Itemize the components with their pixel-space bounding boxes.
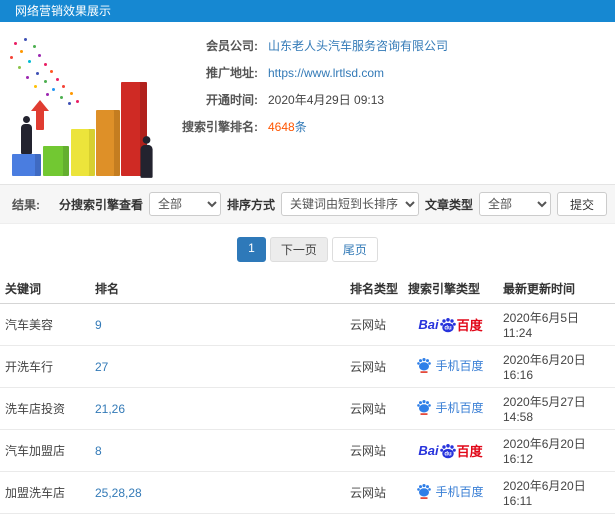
- table-row: 洗车赚钱吗 30 云网站 手机百度 2020年6月20日 16:12: [0, 513, 615, 520]
- bar-chart-illustration: [0, 30, 168, 190]
- page-1-button[interactable]: 1: [237, 237, 266, 262]
- engine-rank-row: 搜索引擎排名: 4648条: [168, 119, 448, 136]
- updated-cell: 2020年5月27日 14:58: [498, 387, 615, 430]
- pagination: 1 下一页 尾页: [0, 224, 615, 274]
- keyword-cell: 开洗车行: [0, 345, 90, 388]
- baidu-pc-logo: Bai du 百度: [418, 315, 482, 334]
- rank-type-cell: 云网站: [345, 303, 403, 346]
- baidu-paw-icon: du: [439, 443, 456, 458]
- info-section: 会员公司: 山东老人头汽车服务咨询有限公司 推广地址: https://www.…: [0, 22, 615, 184]
- table-row: 洗车店投资 21,26 云网站 手机百度 2020年5月27日 14:58: [0, 387, 615, 430]
- confetti-decor: [0, 30, 3, 33]
- rank-link[interactable]: 27: [95, 360, 108, 374]
- illustration-bar-green: [43, 146, 69, 176]
- submit-button[interactable]: 提交: [556, 192, 607, 216]
- filter-controls: 分搜索引擎查看 全部 排序方式 关键词由短到长排序 文章类型 全部 提交: [59, 192, 607, 216]
- svg-text:du: du: [444, 451, 452, 457]
- table-row: 开洗车行 27 云网站 手机百度 2020年6月20日 16:16: [0, 345, 615, 388]
- mobile-baidu-badge: 手机百度: [417, 357, 484, 374]
- page-title: 网络营销效果展示: [0, 0, 615, 22]
- sort-mode-select[interactable]: 关键词由短到长排序: [280, 192, 419, 216]
- engine-view-select[interactable]: 全部: [148, 192, 221, 216]
- mobile-baidu-label: 手机百度: [435, 484, 484, 499]
- baidu-cn-text: 百度: [456, 318, 483, 333]
- rank-link[interactable]: 8: [95, 444, 102, 458]
- illustration-bar-orange: [96, 110, 120, 176]
- illustration-bar-blue: [12, 154, 41, 176]
- sort-mode-label: 排序方式: [226, 197, 275, 212]
- mobile-baidu-icon: [417, 400, 432, 416]
- last-page-button[interactable]: 尾页: [331, 237, 378, 262]
- rank-type-cell: 云网站: [345, 387, 403, 430]
- baidu-paw-icon: du: [439, 317, 456, 332]
- up-arrow-icon: [31, 100, 49, 130]
- header-keyword: 关键词: [0, 274, 90, 304]
- table-row: 加盟洗车店 25,28,28 云网站 手机百度 2020年6月20日 16:11: [0, 471, 615, 514]
- rank-type-cell: 云网站: [345, 429, 403, 472]
- company-info: 会员公司: 山东老人头汽车服务咨询有限公司 推广地址: https://www.…: [168, 30, 448, 184]
- header-engine-type: 搜索引擎类型: [403, 274, 498, 304]
- baidu-bai-text: Bai: [418, 317, 439, 332]
- keyword-cell: 加盟洗车店: [0, 471, 90, 514]
- engine-rank-suffix: 条: [294, 120, 307, 134]
- baidu-bai-text: Bai: [418, 443, 439, 458]
- engine-view-label: 分搜索引擎查看: [58, 197, 143, 212]
- mobile-baidu-label: 手机百度: [435, 358, 484, 373]
- header-rank-type: 排名类型: [345, 274, 403, 304]
- member-company-link[interactable]: 山东老人头汽车服务咨询有限公司: [268, 39, 448, 53]
- mobile-baidu-icon: [417, 484, 432, 500]
- keyword-cell: 汽车美容: [0, 303, 90, 346]
- businessman-right-figure: [137, 136, 155, 178]
- updated-cell: 2020年6月20日 16:12: [498, 513, 615, 520]
- member-company-row: 会员公司: 山东老人头汽车服务咨询有限公司: [168, 38, 448, 55]
- promo-url-label: 推广地址:: [206, 66, 258, 80]
- rank-type-cell: 云网站: [345, 345, 403, 388]
- baidu-pc-logo: Bai du 百度: [418, 441, 482, 460]
- article-type-select[interactable]: 全部: [478, 192, 551, 216]
- rank-link[interactable]: 25,28,28: [95, 486, 142, 500]
- promo-url-row: 推广地址: https://www.lrtlsd.com: [168, 65, 448, 82]
- filter-bar: 结果: 分搜索引擎查看 全部 排序方式 关键词由短到长排序 文章类型 全部 提交: [0, 184, 615, 224]
- open-time-value: 2020年4月29日 09:13: [268, 93, 385, 107]
- table-header-row: 关键词 排名 排名类型 搜索引擎类型 最新更新时间: [0, 274, 615, 304]
- updated-cell: 2020年6月20日 16:12: [498, 429, 615, 472]
- table-row: 汽车加盟店 8 云网站 Bai du 百度 2020年6月20日 16:12: [0, 429, 615, 472]
- updated-cell: 2020年6月20日 16:16: [498, 345, 615, 388]
- businessman-left-figure: [18, 116, 34, 154]
- mobile-baidu-badge: 手机百度: [417, 399, 484, 416]
- article-type-label: 文章类型: [424, 197, 473, 212]
- rankings-table: 关键词 排名 排名类型 搜索引擎类型 最新更新时间 汽车美容 9 云网站 Bai: [0, 274, 615, 520]
- illustration-bar-yellow: [71, 129, 95, 176]
- mobile-baidu-label: 手机百度: [435, 400, 484, 415]
- mobile-baidu-badge: 手机百度: [417, 483, 484, 500]
- engine-rank-count: 4648: [268, 120, 295, 134]
- open-time-label: 开通时间:: [206, 93, 258, 107]
- updated-cell: 2020年6月20日 16:11: [498, 471, 615, 514]
- baidu-cn-text: 百度: [456, 444, 483, 459]
- rank-type-cell: 云网站: [345, 471, 403, 514]
- keyword-cell: 洗车店投资: [0, 387, 90, 430]
- rank-link[interactable]: 9: [95, 318, 102, 332]
- header-rank: 排名: [90, 274, 345, 304]
- engine-rank-label: 搜索引擎排名:: [182, 120, 258, 134]
- svg-text:du: du: [444, 325, 452, 331]
- rank-link[interactable]: 21,26: [95, 402, 125, 416]
- member-company-label: 会员公司:: [206, 39, 258, 53]
- next-page-button[interactable]: 下一页: [269, 237, 328, 262]
- result-label: 结果:: [12, 197, 40, 212]
- keyword-cell: 洗车赚钱吗: [0, 513, 90, 520]
- keyword-cell: 汽车加盟店: [0, 429, 90, 472]
- header-updated: 最新更新时间: [498, 274, 615, 304]
- table-row: 汽车美容 9 云网站 Bai du 百度 2020年6月5日 11:24: [0, 303, 615, 346]
- mobile-baidu-icon: [417, 358, 432, 374]
- updated-cell: 2020年6月5日 11:24: [498, 303, 615, 346]
- rank-type-cell: 云网站: [345, 513, 403, 520]
- open-time-row: 开通时间: 2020年4月29日 09:13: [168, 92, 448, 109]
- promo-url-link[interactable]: https://www.lrtlsd.com: [268, 66, 384, 80]
- page: 网络营销效果展示 会员公司: 山东老人头汽车服务咨询有限公司 推广地址: htt…: [0, 0, 615, 520]
